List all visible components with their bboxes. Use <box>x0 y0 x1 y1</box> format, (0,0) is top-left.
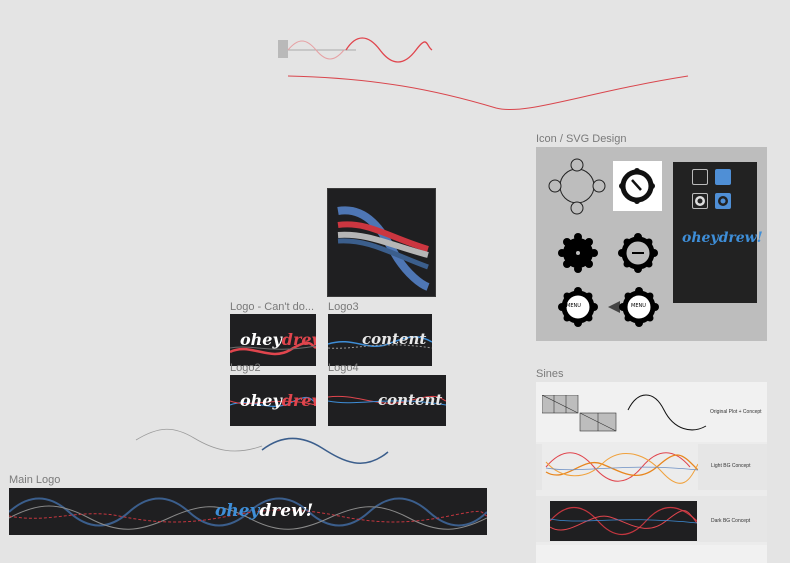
frame-label-logo-cant-do[interactable]: Logo - Can't do... <box>230 301 314 313</box>
logo3-frame[interactable]: content <box>328 314 432 366</box>
main-logo-frame[interactable]: oheydrew! <box>9 488 487 535</box>
ribbon-logo-art <box>337 206 430 291</box>
dark-panel-logo-text: oheydrew! <box>682 230 763 246</box>
logo2-frame[interactable]: oheydrew! <box>230 375 316 426</box>
plot-sine-curve <box>627 394 707 431</box>
logo2-text: oheydrew! <box>240 391 316 410</box>
sines-card-dark[interactable]: Dark BG Concept <box>536 496 767 542</box>
github-glyph-filled <box>718 196 728 206</box>
sines-card-original-label: Original Plot + Concept <box>710 409 762 415</box>
red-wave-line[interactable] <box>286 70 690 118</box>
icon-svg-design-frame[interactable]: MENU MENU oheydrew! <box>536 147 767 341</box>
sines-frame[interactable]: Original Plot + Concept Light BG Concept… <box>536 382 767 563</box>
logo-text-ohey: ohey <box>240 330 282 349</box>
frame-label-main-logo[interactable]: Main Logo <box>9 474 60 486</box>
sines-card-partial[interactable] <box>536 545 767 563</box>
blue-wave-sketch[interactable] <box>260 432 390 468</box>
sine-handle[interactable] <box>278 40 288 58</box>
main-logo-text-drew: drew! <box>259 501 314 521</box>
frame-label-logo2[interactable]: Logo2 <box>230 362 261 374</box>
icon-dark-panel[interactable]: oheydrew! <box>673 162 763 303</box>
dark-bg-waves <box>550 507 697 535</box>
dark-panel-logo-drew: drew! <box>718 230 763 246</box>
ribbon-logo-square[interactable] <box>327 188 436 297</box>
logo-text: oheydrew! <box>240 330 316 349</box>
logo4-text: content <box>378 391 443 409</box>
menu-gear-pointer-label: MENU <box>631 303 646 309</box>
dark-panel-logo-ohey: ohey <box>682 230 719 246</box>
dial-icon-tile[interactable] <box>613 161 662 211</box>
plot-sketch-icon <box>542 395 617 432</box>
square-outline-icon[interactable] <box>692 169 708 185</box>
gray-wave-sketch[interactable] <box>134 422 264 458</box>
logo-cant-do-frame[interactable]: oheydrew! <box>230 314 316 366</box>
top-sine-sketch[interactable] <box>276 36 436 68</box>
square-filled-icon[interactable] <box>715 169 731 185</box>
frame-label-icon-svg-design[interactable]: Icon / SVG Design <box>536 133 627 145</box>
github-filled-icon[interactable] <box>715 193 731 209</box>
logo4-frame[interactable]: content <box>328 375 446 426</box>
logo2-text-drew: drew! <box>281 391 316 410</box>
sines-card-light[interactable]: Light BG Concept <box>536 444 767 490</box>
logo2-text-ohey: ohey <box>240 391 282 410</box>
light-bg-waves <box>545 452 698 484</box>
solid-gear-icon[interactable] <box>558 233 598 273</box>
light-bg-plot <box>542 444 698 490</box>
sines-card-dark-label: Dark BG Concept <box>711 518 751 524</box>
dark-bg-plot <box>550 501 697 541</box>
github-glyph <box>695 196 705 206</box>
circle-menu-outline-icon[interactable] <box>546 157 610 217</box>
gear-dial-icon[interactable] <box>618 233 658 273</box>
frame-label-logo3[interactable]: Logo3 <box>328 301 359 313</box>
logo-text-drew: drew! <box>281 330 316 349</box>
main-logo-text: oheydrew! <box>215 501 313 521</box>
logo3-text: content <box>362 330 427 348</box>
menu-gear-pointer-icon[interactable]: MENU <box>608 287 660 327</box>
sines-card-light-label: Light BG Concept <box>711 463 751 469</box>
dial-icon <box>619 168 655 204</box>
menu-gear-icon[interactable]: MENU <box>558 287 598 327</box>
main-logo-text-ohey: ohey <box>215 501 260 521</box>
frame-label-sines[interactable]: Sines <box>536 368 564 380</box>
sines-card-original[interactable]: Original Plot + Concept <box>536 382 767 442</box>
github-outline-icon[interactable] <box>692 193 708 209</box>
frame-label-logo4[interactable]: Logo4 <box>328 362 359 374</box>
menu-gear-label: MENU <box>566 303 581 309</box>
